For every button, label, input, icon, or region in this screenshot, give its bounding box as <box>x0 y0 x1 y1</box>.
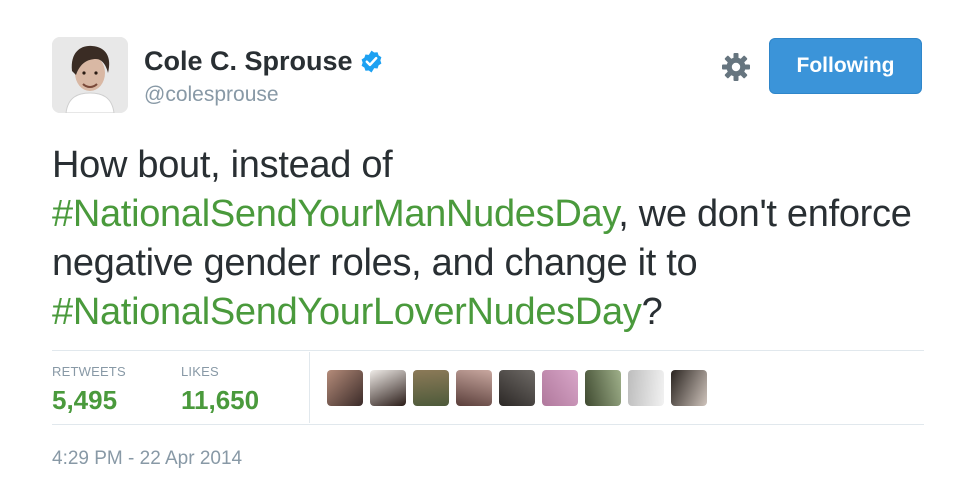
liker-avatar[interactable] <box>628 370 664 406</box>
user-name[interactable]: Cole C. Sprouse <box>144 46 384 77</box>
liker-avatar[interactable] <box>585 370 621 406</box>
retweets-stat[interactable]: RETWEETS 5,495 <box>52 364 126 416</box>
tweet-text-segment: ? <box>641 291 663 333</box>
stats-divider-bottom <box>52 424 924 425</box>
avatar[interactable] <box>52 37 128 113</box>
retweets-label: RETWEETS <box>52 364 126 379</box>
likes-label: LIKES <box>181 364 219 379</box>
following-button[interactable]: Following <box>769 38 922 94</box>
liker-avatar[interactable] <box>542 370 578 406</box>
timestamp[interactable]: 4:29 PM - 22 Apr 2014 <box>52 448 242 470</box>
likes-count[interactable]: 11,650 <box>181 385 259 416</box>
user-name-text[interactable]: Cole C. Sprouse <box>144 46 353 77</box>
liker-avatar[interactable] <box>456 370 492 406</box>
liker-avatar[interactable] <box>413 370 449 406</box>
retweets-count[interactable]: 5,495 <box>52 385 126 416</box>
liker-avatar[interactable] <box>671 370 707 406</box>
stats-divider-top <box>52 350 924 351</box>
user-handle[interactable]: @colesprouse <box>144 83 279 107</box>
liker-avatars <box>327 370 707 406</box>
gear-icon[interactable] <box>720 51 752 83</box>
liker-avatar[interactable] <box>499 370 535 406</box>
liker-avatar[interactable] <box>327 370 363 406</box>
hashtag-link[interactable]: #NationalSendYourLoverNudesDay <box>52 291 642 333</box>
stats-divider-vertical <box>309 352 310 423</box>
avatar-image <box>52 37 128 113</box>
liker-avatar[interactable] <box>370 370 406 406</box>
hashtag-link[interactable]: #NationalSendYourManNudesDay <box>52 193 619 235</box>
tweet-text-segment: How bout, instead of <box>52 144 393 186</box>
tweet-text: How bout, instead of #NationalSendYourMa… <box>52 141 932 337</box>
verified-badge-icon <box>361 50 381 73</box>
likes-stat[interactable]: LIKES 11,650 <box>181 364 259 416</box>
